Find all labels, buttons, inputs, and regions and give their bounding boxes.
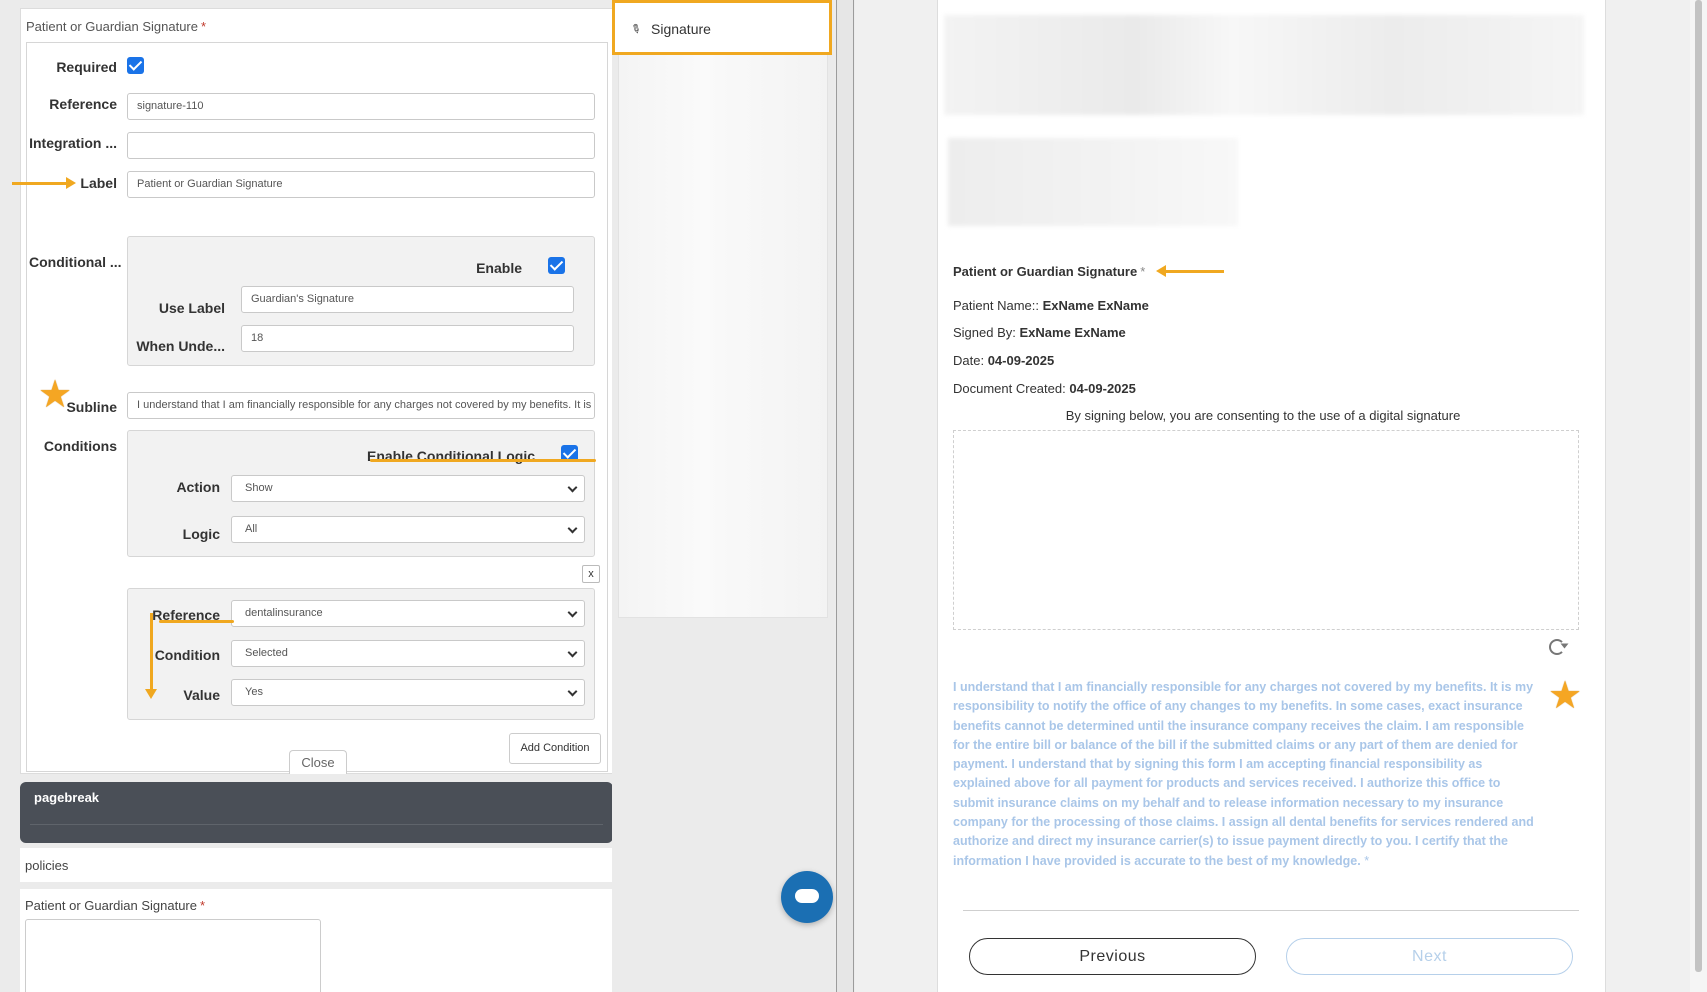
required-asterisk: * xyxy=(201,19,207,34)
policies-label: policies xyxy=(25,858,69,873)
subline-text: I understand that I am financially respo… xyxy=(953,680,1534,868)
close-button[interactable]: Close xyxy=(289,750,347,774)
chevron-down-icon xyxy=(567,647,578,658)
star-icon: ★ xyxy=(38,374,73,416)
conditional-logic-box: Enable Conditional Logic Action Show Log… xyxy=(127,430,595,557)
star-icon: ★ xyxy=(1548,675,1583,717)
annotation-arrow xyxy=(12,177,76,189)
previous-button[interactable]: Previous xyxy=(969,938,1256,975)
chevron-down-icon xyxy=(567,607,578,618)
chevron-down-icon xyxy=(567,686,578,697)
form-editor-pane: Patient or Guardian Signature * Required … xyxy=(0,0,625,992)
label-label: Label xyxy=(80,175,117,191)
consent-text: By signing below, you are consenting to … xyxy=(1065,408,1461,423)
annotation-underline xyxy=(370,459,596,462)
chevron-down-icon xyxy=(567,523,578,534)
form-preview-pane: Patient or Guardian Signature * Patient N… xyxy=(855,0,1707,992)
action-label: Action xyxy=(176,479,220,495)
pane-divider[interactable] xyxy=(836,0,854,992)
reference-label: Reference xyxy=(49,96,117,112)
signature-box xyxy=(25,919,321,992)
patient-name-line: Patient Name:: ExName ExName xyxy=(953,298,1149,313)
conditional-label-label: Conditional ... xyxy=(29,254,122,270)
palette-panel xyxy=(618,0,828,618)
logic-select[interactable]: All xyxy=(231,516,585,543)
integration-label: Integration ... xyxy=(29,135,117,151)
preview-field-title: Patient or Guardian Signature * xyxy=(953,264,1146,279)
label-input[interactable]: Patient or Guardian Signature xyxy=(127,171,595,198)
pagebreak-block[interactable]: pagebreak xyxy=(20,782,613,843)
conditional-label-box: Enable Use Label Guardian's Signature Wh… xyxy=(127,236,595,366)
required-label: Required xyxy=(56,59,117,75)
signed-by-line: Signed By: ExName ExName xyxy=(953,325,1126,340)
scrollbar-thumb[interactable] xyxy=(1695,0,1702,972)
logic-label: Logic xyxy=(182,526,220,542)
annotation-arrow xyxy=(145,613,157,699)
palette-item-signature[interactable]: ✎ Signature xyxy=(612,0,832,55)
divider xyxy=(963,910,1579,911)
use-label-input[interactable]: Guardian's Signature xyxy=(241,286,574,313)
document-created-line: Document Created: 04-09-2025 xyxy=(953,381,1136,396)
integration-input[interactable] xyxy=(127,132,595,159)
palette-item-label: Signature xyxy=(651,21,711,37)
condition-reference-select[interactable]: dentalinsurance xyxy=(231,600,585,627)
when-under-input[interactable]: 18 xyxy=(241,325,574,352)
condition-label: Condition xyxy=(154,647,220,663)
condition-value-label: Value xyxy=(183,687,220,703)
conditions-label: Conditions xyxy=(43,438,117,454)
field-card-title: Patient or Guardian Signature * xyxy=(26,19,207,34)
field-card-title: Patient or Guardian Signature * xyxy=(25,898,206,913)
subline-label: Subline xyxy=(66,399,117,415)
reference-input[interactable]: signature-110 xyxy=(127,93,595,120)
preview-page: Patient or Guardian Signature * Patient N… xyxy=(937,0,1606,992)
condition-rule-box: Reference dentalinsurance Condition Sele… xyxy=(127,588,595,720)
annotation-underline xyxy=(159,620,234,623)
blurred-header xyxy=(944,15,1584,115)
subline-input[interactable]: I understand that I am financially respo… xyxy=(127,392,595,419)
date-line: Date: 04-09-2025 xyxy=(953,353,1055,368)
enable-label: Enable xyxy=(476,260,522,276)
next-button[interactable]: Next xyxy=(1286,938,1573,975)
condition-select[interactable]: Selected xyxy=(231,640,585,667)
signature-field-card: Patient or Guardian Signature * Required … xyxy=(20,8,613,774)
action-select[interactable]: Show xyxy=(231,475,585,502)
signature-field-preview-card[interactable]: Patient or Guardian Signature * xyxy=(20,889,613,992)
condition-value-select[interactable]: Yes xyxy=(231,679,585,706)
use-label-label: Use Label xyxy=(158,300,225,316)
refresh-icon[interactable] xyxy=(1549,639,1565,655)
scrollbar[interactable] xyxy=(1690,0,1707,992)
chevron-down-icon xyxy=(567,482,578,493)
when-under-label: When Unde... xyxy=(136,338,225,354)
field-settings-panel: Required Reference signature-110 Integra… xyxy=(26,42,608,774)
remove-condition-button[interactable]: x xyxy=(582,565,600,583)
chat-icon[interactable] xyxy=(781,871,833,923)
annotation-arrow xyxy=(1156,265,1224,277)
divider xyxy=(30,824,603,825)
blurred-logo xyxy=(948,138,1238,226)
required-checkbox[interactable] xyxy=(127,57,144,74)
enable-checkbox[interactable] xyxy=(548,257,565,274)
pen-icon: ✎ xyxy=(628,20,644,38)
field-palette: ✎ Signature xyxy=(612,0,834,992)
signature-pad[interactable] xyxy=(953,430,1579,630)
policies-block[interactable]: policies xyxy=(20,848,613,882)
pagebreak-label: pagebreak xyxy=(34,790,100,805)
add-condition-button[interactable]: Add Condition xyxy=(509,733,601,764)
